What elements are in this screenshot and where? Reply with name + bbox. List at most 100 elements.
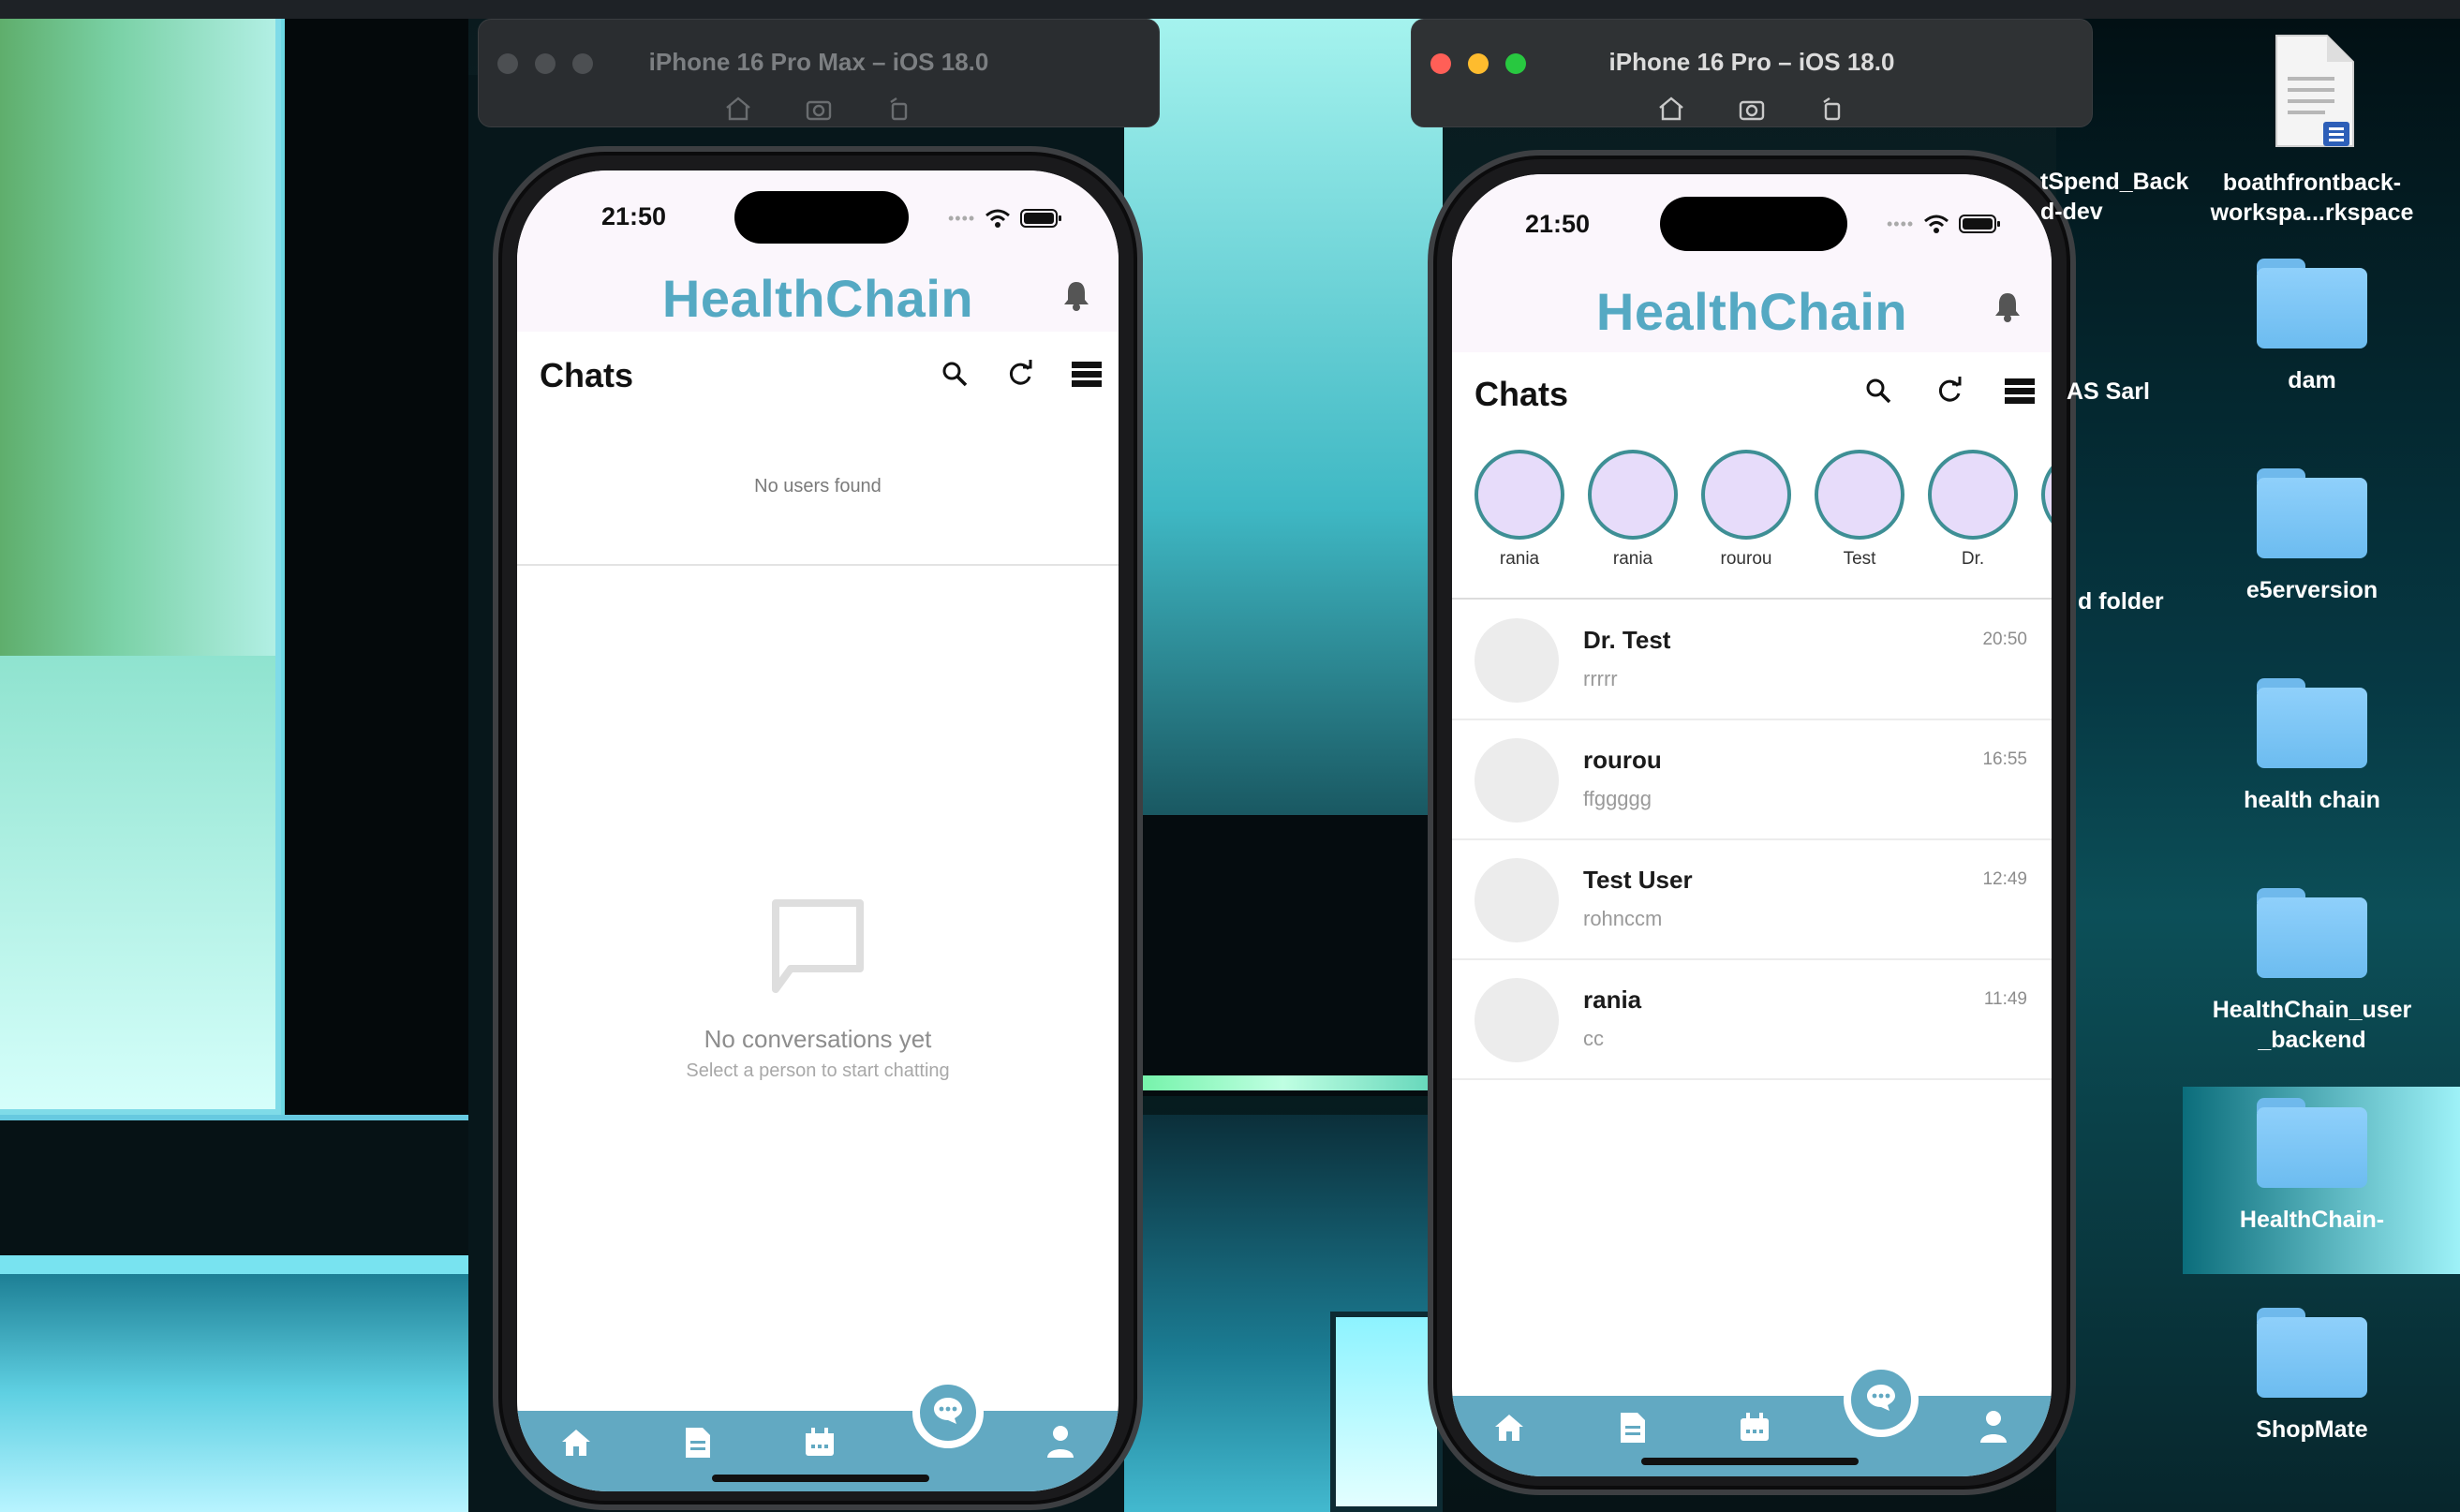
person-icon[interactable] — [1045, 1424, 1075, 1460]
search-icon[interactable] — [1864, 377, 1892, 405]
desktop-icon-label: HealthChain- — [2239, 1207, 2385, 1233]
home-icon[interactable] — [1493, 1413, 1525, 1443]
avatar — [1475, 978, 1559, 1062]
signal-dots-icon: •••• — [948, 208, 976, 228]
iphone-pro-frame: 21:50 •••• HealthChain Chats rania rania… — [1428, 150, 2076, 1495]
signal-dots-icon: •••• — [1887, 214, 1915, 233]
no-users-text: No users found — [754, 476, 882, 497]
phone-screen: 21:50 •••• HealthChain Chats rania rania… — [1452, 174, 2052, 1476]
menu-list-icon[interactable] — [1072, 362, 1102, 388]
search-icon[interactable] — [941, 360, 969, 388]
divider — [517, 564, 1119, 566]
document-icon[interactable] — [1619, 1411, 1647, 1445]
home-indicator — [712, 1475, 929, 1482]
empty-chat-icon — [772, 899, 864, 993]
menu-bar — [0, 0, 2460, 19]
folder-icon — [2257, 1308, 2367, 1398]
status-icons: •••• — [1887, 214, 2002, 234]
conversation-name: Dr. Test — [1583, 626, 1671, 654]
conversation-last-message: rrrrr — [1583, 667, 1618, 690]
menu-list-icon[interactable] — [2005, 378, 2035, 405]
simulator-titlebar-pro[interactable]: iPhone 16 Pro – iOS 18.0 — [1411, 19, 2093, 127]
story-avatar[interactable]: Dr. — [1928, 450, 2018, 570]
status-time: 21:50 — [1525, 210, 1591, 238]
story-name: rourou — [1720, 549, 1772, 569]
home-button-icon[interactable] — [724, 96, 752, 121]
folder-icon — [2257, 678, 2367, 768]
avatar — [1475, 618, 1559, 703]
notifications-bell-icon[interactable] — [1993, 290, 2022, 322]
conversation-name: rania — [1583, 986, 1642, 1014]
wifi-icon — [985, 209, 1011, 228]
screenshot-icon[interactable] — [1738, 96, 1766, 121]
desktop-icon-label: ShopMate — [2256, 1416, 2368, 1443]
desktop-folder-health-chain[interactable]: health chain — [2200, 678, 2424, 815]
simulator-titlebar-pro-max[interactable]: iPhone 16 Pro Max – iOS 18.0 — [478, 19, 1160, 127]
avatar — [1475, 738, 1559, 823]
window-title: iPhone 16 Pro – iOS 18.0 — [1608, 48, 1895, 76]
home-icon[interactable] — [560, 1428, 592, 1458]
story-avatar-partial[interactable] — [2041, 450, 2052, 540]
desktop-folder-healthchain[interactable]: HealthChain- — [2200, 1098, 2424, 1235]
desktop-icon-label: HealthChain_user _backend — [2212, 997, 2412, 1053]
conversation-last-message: cc — [1583, 1027, 1604, 1050]
refresh-icon[interactable] — [1006, 360, 1034, 388]
conversation-time: 12:49 — [1982, 869, 2027, 889]
rotate-icon[interactable] — [885, 96, 913, 121]
conversation-time: 16:55 — [1982, 749, 2027, 769]
app-title: HealthChain — [661, 269, 974, 328]
desktop-icon-label: health chain — [2244, 787, 2380, 813]
story-avatar[interactable]: rania — [1588, 450, 1678, 570]
status-time: 21:50 — [601, 202, 667, 230]
desktop-label-partial[interactable]: d folder — [2078, 588, 2164, 615]
conversation-row[interactable]: Dr. Test rrrrr 20:50 — [1452, 601, 2052, 720]
folder-icon — [2257, 259, 2367, 348]
calendar-icon[interactable] — [1739, 1413, 1771, 1443]
conversation-row[interactable]: Test User rohnccm 12:49 — [1452, 841, 2052, 960]
dynamic-island — [734, 191, 909, 244]
conversation-time: 20:50 — [1982, 630, 2027, 649]
divider — [1452, 598, 2052, 600]
desktop-label-partial[interactable]: AS Sarl — [2067, 378, 2150, 406]
desktop-folder-dam[interactable]: dam — [2200, 259, 2424, 395]
story-name: rania — [1612, 549, 1653, 569]
desktop-folder-shopmate[interactable]: ShopMate — [2200, 1308, 2424, 1445]
conversation-row[interactable]: rania cc 11:49 — [1452, 961, 2052, 1080]
dynamic-island — [1660, 197, 1847, 251]
window-title: iPhone 16 Pro Max – iOS 18.0 — [648, 48, 989, 76]
app-title: HealthChain — [1595, 282, 1908, 341]
folder-icon — [2257, 888, 2367, 978]
story-avatar[interactable]: Test — [1815, 450, 1904, 570]
desktop-icon-label: boathfrontback- workspa...rkspace — [2210, 170, 2414, 226]
home-indicator — [1641, 1458, 1859, 1465]
chat-icon — [1867, 1385, 1895, 1411]
empty-state-title: No conversations yet — [704, 1025, 932, 1053]
battery-icon — [1959, 215, 2001, 233]
calendar-icon[interactable] — [804, 1428, 836, 1458]
conversation-last-message: rohnccm — [1583, 907, 1663, 930]
desktop-folder-e5erversion[interactable]: e5erversion — [2200, 468, 2424, 605]
story-avatar[interactable]: rania — [1475, 450, 1564, 570]
story-avatar[interactable]: rourou — [1701, 450, 1791, 570]
conversation-row[interactable]: rourou ffggggg 16:55 — [1452, 721, 2052, 840]
notifications-bell-icon[interactable] — [1062, 279, 1090, 311]
desktop-icon-label: dam — [2288, 367, 2336, 393]
desktop-folder-healthchain-user-backend[interactable]: HealthChain_user _backend — [2200, 888, 2424, 1055]
home-button-icon[interactable] — [1657, 96, 1685, 121]
desktop-label-partial[interactable]: tSpend_Back d-dev — [2040, 167, 2188, 227]
folder-icon — [2257, 468, 2367, 558]
person-icon[interactable] — [1978, 1409, 2008, 1445]
conversation-name: rourou — [1583, 746, 1662, 774]
refresh-icon[interactable] — [1935, 377, 1964, 405]
empty-state-subtitle: Select a person to start chatting — [686, 1060, 950, 1081]
document-icon[interactable] — [684, 1426, 712, 1460]
conversation-last-message: ffggggg — [1583, 787, 1652, 810]
rotate-icon[interactable] — [1818, 96, 1846, 121]
iphone-pro-max-frame: 21:50 •••• HealthChain Chats No users fo… — [493, 146, 1143, 1510]
story-name: rania — [1499, 549, 1540, 569]
conversation-name: Test User — [1583, 866, 1693, 894]
chats-title: Chats — [1475, 375, 1569, 413]
desktop-file-boathfrontback[interactable]: boathfrontback- workspa...rkspace — [2200, 34, 2424, 228]
screenshot-icon[interactable] — [805, 96, 833, 121]
chat-icon — [934, 1398, 962, 1424]
